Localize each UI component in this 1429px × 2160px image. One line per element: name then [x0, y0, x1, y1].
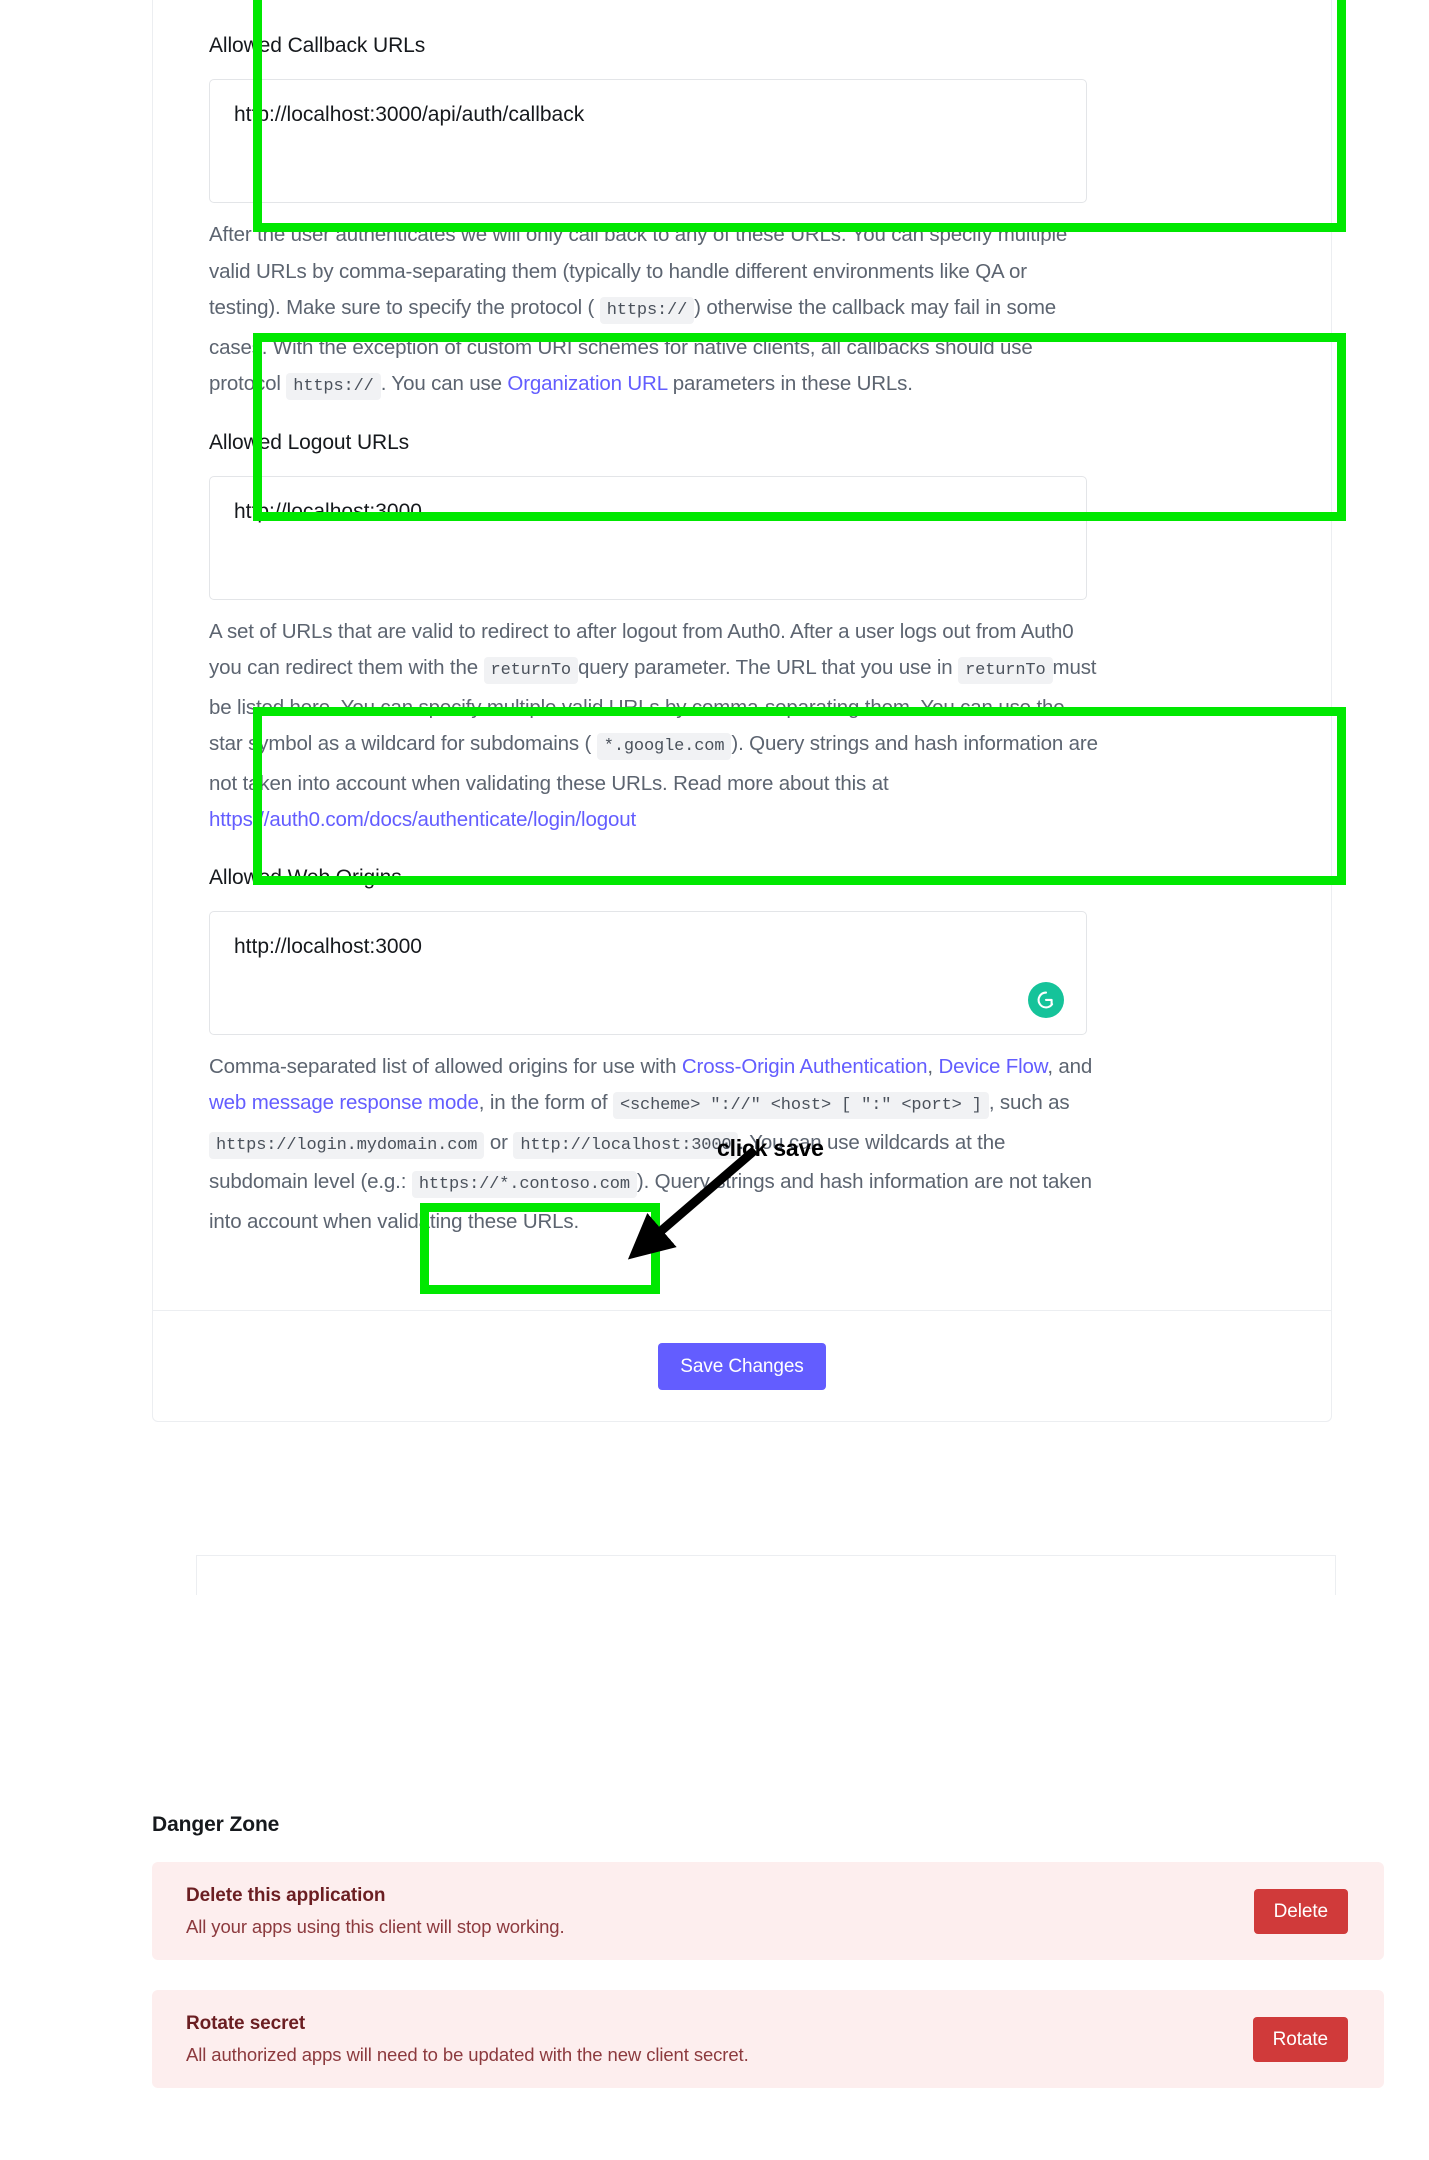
- logout-docs-link[interactable]: https://auth0.com/docs/authenticate/logi…: [209, 808, 636, 831]
- delete-application-subtitle: All your apps using this client will sto…: [186, 1915, 565, 1937]
- device-flow-link[interactable]: Device Flow: [938, 1055, 1047, 1078]
- allowed-logout-urls-value: http://localhost:3000: [234, 499, 422, 523]
- field-allowed-web-origins: Allowed Web Origins http://localhost:300…: [209, 839, 1275, 1241]
- allowed-callback-urls-input[interactable]: http://localhost:3000/api/auth/callback: [209, 79, 1087, 203]
- delete-application-title: Delete this application: [186, 1884, 386, 1906]
- field-allowed-callback-urls: Allowed Callback URLs http://localhost:3…: [209, 0, 1275, 406]
- delete-button[interactable]: Delete: [1253, 1888, 1348, 1934]
- allowed-web-origins-value: http://localhost:3000: [234, 934, 422, 958]
- save-changes-button[interactable]: Save Changes: [658, 1342, 826, 1390]
- allowed-callback-urls-label: Allowed Callback URLs: [209, 34, 426, 57]
- origins-code-scheme: <scheme> "://" <host> [ ":" <port> ]: [612, 1092, 989, 1119]
- danger-zone-title: Danger Zone: [152, 1813, 280, 1836]
- web-message-response-mode-link[interactable]: web message response mode: [209, 1091, 479, 1114]
- allowed-logout-urls-description: A set of URLs that are valid to redirect…: [209, 614, 1099, 839]
- logout-desc-part-2: query parameter. The URL that you use in: [577, 656, 953, 679]
- allowed-web-origins-description: Comma-separated list of allowed origins …: [209, 1049, 1099, 1241]
- origins-desc-part-4: or: [489, 1130, 508, 1154]
- origins-code-contoso: https://*.contoso.com: [411, 1171, 637, 1198]
- delete-application-text: Delete this application All your apps us…: [186, 1885, 565, 1938]
- rotate-secret-subtitle: All authorized apps will need to be upda…: [186, 2043, 749, 2065]
- application-settings-card: Allowed Callback URLs http://localhost:3…: [152, 0, 1332, 1422]
- rotate-button[interactable]: Rotate: [1252, 2016, 1348, 2062]
- origins-code-localhost: http://localhost:3000: [513, 1131, 739, 1159]
- danger-item-delete-application: Delete this application All your apps us…: [152, 1862, 1384, 1960]
- origins-sep-2: , and: [1047, 1054, 1093, 1078]
- allowed-web-origins-input[interactable]: http://localhost:3000: [209, 910, 1087, 1035]
- grammarly-icon[interactable]: [1028, 981, 1064, 1018]
- cross-origin-authentication-link[interactable]: Cross-Origin Authentication: [682, 1055, 928, 1078]
- allowed-web-origins-label: Allowed Web Origins: [209, 865, 402, 889]
- danger-item-rotate-secret: Rotate secret All authorized apps will n…: [152, 1990, 1384, 2088]
- allowed-callback-urls-description: After the user authenticates we will onl…: [209, 217, 1099, 406]
- callback-desc-part-3: . You can use: [380, 372, 502, 395]
- danger-zone-section: Danger Zone Delete this application All …: [152, 1812, 1384, 2118]
- allowed-logout-urls-input[interactable]: http://localhost:3000: [209, 475, 1087, 600]
- rotate-secret-title: Rotate secret: [186, 2012, 306, 2034]
- settings-bottom-spacer: [209, 1240, 1275, 1310]
- callback-code-https-2: https://: [286, 373, 381, 400]
- callback-desc-part-4: parameters in these URLs.: [672, 372, 913, 395]
- logout-code-returnto-2: returnTo: [958, 657, 1053, 684]
- logout-code-returnto-1: returnTo: [483, 657, 578, 684]
- save-row: Save Changes: [153, 1311, 1331, 1421]
- origins-sep-1: ,: [927, 1054, 933, 1078]
- origins-desc-part-1: Comma-separated list of allowed origins …: [209, 1054, 677, 1078]
- click-save-annotation-label: click save: [717, 1135, 824, 1161]
- origins-code-login-mydomain: https://login.mydomain.com: [209, 1131, 485, 1159]
- field-allowed-logout-urls: Allowed Logout URLs http://localhost:300…: [209, 406, 1275, 839]
- settings-card-lower-edge: [196, 1555, 1336, 1595]
- organization-url-link[interactable]: Organization URL: [507, 372, 667, 395]
- allowed-callback-urls-value: http://localhost:3000/api/auth/callback: [234, 103, 585, 126]
- callback-code-https-1: https://: [599, 297, 695, 324]
- allowed-logout-urls-label: Allowed Logout URLs: [209, 430, 410, 454]
- rotate-secret-text: Rotate secret All authorized apps will n…: [186, 2013, 749, 2066]
- origins-desc-part-2: , in the form of: [478, 1091, 608, 1114]
- logout-code-wildcard: *.google.com: [596, 733, 732, 760]
- origins-desc-part-3: , such as: [988, 1091, 1070, 1114]
